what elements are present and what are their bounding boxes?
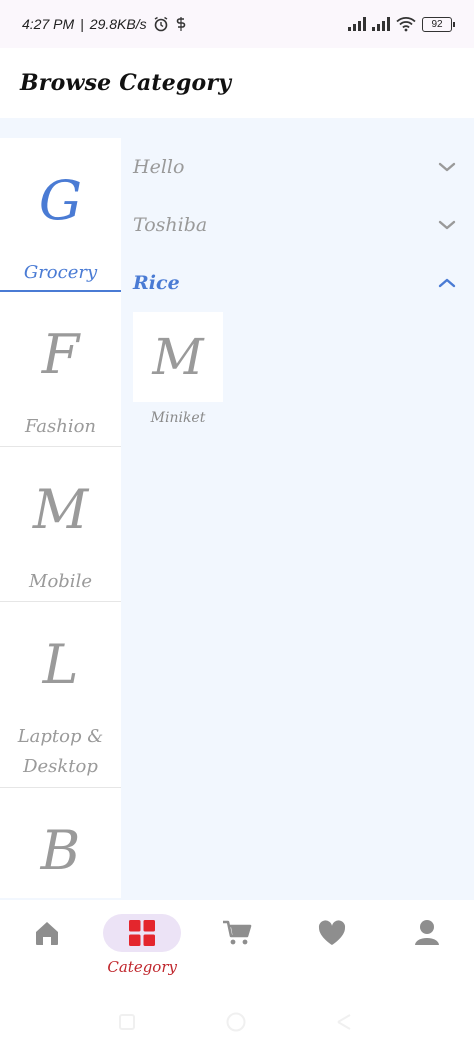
- category-label: Laptop & Desktop: [17, 726, 104, 777]
- category-item-b[interactable]: B: [0, 788, 121, 898]
- category-item-mobile[interactable]: M Mobile: [0, 447, 121, 602]
- subcategory-label: Hello: [133, 156, 185, 178]
- app-bar: Browse Category: [0, 48, 474, 118]
- nav-category[interactable]: Category: [97, 914, 187, 976]
- subcategory-row-rice[interactable]: Rice: [121, 254, 474, 312]
- subcategory-panel: Hello Toshiba Rice M Miniket: [121, 138, 474, 426]
- category-label: Mobile: [29, 571, 92, 592]
- wifi-icon: [396, 17, 416, 32]
- status-speed: 29.8KB/s: [89, 16, 147, 32]
- product-item-miniket[interactable]: M Miniket: [133, 312, 223, 426]
- signal-icon: [372, 17, 390, 31]
- category-label: Grocery: [23, 262, 98, 283]
- category-letter-icon: F: [41, 323, 80, 386]
- category-item-fashion[interactable]: F Fashion: [0, 292, 121, 447]
- status-time: 4:27 PM: [22, 16, 75, 32]
- category-sidebar[interactable]: G Grocery F Fashion M Mobile L Laptop & …: [0, 138, 121, 898]
- status-bar: 4:27 PM | 29.8KB/s 92: [0, 0, 474, 48]
- product-letter-icon: M: [133, 312, 223, 402]
- category-item-grocery[interactable]: G Grocery: [0, 138, 121, 292]
- chevron-down-icon[interactable]: [436, 156, 458, 178]
- subcategory-label: Rice: [133, 272, 180, 294]
- nav-profile[interactable]: [382, 914, 472, 952]
- page-title: Browse Category: [20, 70, 232, 96]
- subcategory-label: Toshiba: [133, 214, 208, 236]
- category-browser: G Grocery F Fashion M Mobile L Laptop & …: [0, 118, 474, 900]
- category-letter-icon: G: [38, 169, 83, 232]
- app-notification-icon: [176, 17, 185, 31]
- battery-icon: 92: [422, 16, 455, 32]
- cart-icon[interactable]: [221, 918, 253, 948]
- home-circle-icon[interactable]: [225, 1011, 247, 1033]
- user-icon[interactable]: [413, 918, 441, 948]
- product-grid: M Miniket: [121, 312, 474, 426]
- nav-cart[interactable]: [192, 914, 282, 952]
- nav-category-label: Category: [107, 958, 177, 976]
- chevron-down-icon[interactable]: [436, 214, 458, 236]
- nav-home[interactable]: [2, 914, 92, 952]
- heart-icon[interactable]: [317, 919, 347, 947]
- category-label: Fashion: [24, 416, 96, 437]
- subcategory-row-toshiba[interactable]: Toshiba: [121, 196, 474, 254]
- chevron-up-icon[interactable]: [436, 272, 458, 294]
- category-letter-icon: M: [32, 478, 89, 541]
- category-letter-icon: L: [42, 633, 79, 696]
- category-item-laptop-desktop[interactable]: L Laptop & Desktop: [0, 602, 121, 788]
- category-letter-icon: B: [40, 819, 81, 882]
- system-navigation-bar: [0, 996, 474, 1053]
- category-grid-icon[interactable]: [127, 918, 157, 948]
- subcategory-row-hello[interactable]: Hello: [121, 138, 474, 196]
- back-icon[interactable]: [334, 1012, 354, 1032]
- product-label: Miniket: [150, 410, 206, 426]
- bottom-navigation: Category: [0, 900, 474, 996]
- signal-icon: [348, 17, 366, 31]
- nav-wishlist[interactable]: [287, 914, 377, 952]
- home-icon[interactable]: [32, 918, 62, 948]
- recents-icon[interactable]: [117, 1012, 137, 1032]
- alarm-icon: [154, 16, 167, 32]
